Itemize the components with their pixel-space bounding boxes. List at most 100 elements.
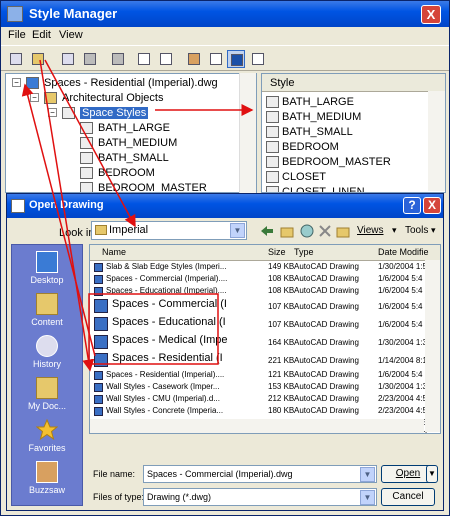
cancel-button[interactable]: Cancel	[381, 488, 435, 506]
file-size-cell: 121 KB	[268, 370, 295, 379]
style-tree[interactable]: Spaces - Residential (Imperial).dwg − Arch…	[5, 73, 257, 193]
open-options-chevron-icon[interactable]: ▼	[426, 465, 438, 483]
expand-toggle-icon[interactable]: −	[48, 108, 57, 117]
file-name-cell: Wall Styles - Casework (Imper...	[106, 382, 220, 391]
style-list-label: BATH_LARGE	[282, 96, 354, 108]
delete-button[interactable]	[317, 223, 333, 239]
back-arrow-icon	[261, 226, 273, 236]
column-date-modified[interactable]: Date Modifie	[378, 247, 429, 257]
file-row[interactable]: Spaces - Medical (Impe 164 KB AutoCAD Draw…	[90, 334, 440, 352]
file-name-cell: Spaces - Commercial (I	[112, 298, 227, 310]
file-date-cell: 1/6/2004 5:4	[378, 274, 423, 283]
dwg-file-icon	[94, 335, 108, 349]
file-date-cell: 1/6/2004 5:4	[378, 286, 423, 295]
file-row[interactable]: Wall Styles - Casework (Imper... 153 KB Au…	[90, 382, 440, 394]
new-drawing-icon	[10, 53, 22, 65]
file-row[interactable]: Spaces - Residential (I 221 KB AutoCAD Dra…	[90, 352, 440, 370]
look-in-dropdown[interactable]: Imperial ▼	[91, 221, 247, 240]
file-type-dropdown[interactable]: Drawing (*.dwg) ▼	[143, 488, 377, 506]
file-type-cell: AutoCAD Drawing	[294, 320, 359, 329]
copy-icon	[62, 53, 74, 65]
favorites-star-icon	[35, 418, 59, 441]
file-size-cell: 153 KB	[268, 382, 295, 391]
help-button[interactable]: ?	[403, 197, 421, 214]
up-one-level-button[interactable]	[279, 223, 295, 239]
column-size[interactable]: Size	[268, 247, 286, 257]
place-label: My Doc...	[27, 401, 66, 411]
toggle-view-button[interactable]	[207, 50, 225, 68]
column-type[interactable]: Type	[294, 247, 314, 257]
menu-file[interactable]: File	[8, 29, 26, 41]
place-buzzsaw[interactable]: Buzzsaw	[12, 457, 82, 505]
new-style-button[interactable]	[109, 50, 127, 68]
close-button[interactable]: X	[421, 5, 441, 24]
menu-view[interactable]: View	[59, 29, 83, 41]
place-favorites[interactable]: Favorites	[12, 415, 82, 463]
file-row[interactable]: Wall Styles - Concrete (Imperia... 180 KB…	[90, 406, 440, 418]
menu-bar: File Edit View	[1, 27, 449, 45]
expand-toggle-icon[interactable]: −	[30, 93, 39, 102]
file-size-cell: 180 KB	[268, 406, 295, 415]
purge-button[interactable]	[185, 50, 203, 68]
expand-toggle-icon[interactable]: −	[12, 78, 21, 87]
dialog-app-icon	[11, 199, 25, 213]
tree-item-label: BATH_LARGE	[98, 122, 170, 134]
dwg-file-icon	[94, 317, 108, 331]
file-type-chevron-icon[interactable]: ▼	[360, 490, 375, 505]
tree-item-label: BEDROOM_MASTER	[98, 182, 207, 193]
back-button[interactable]	[259, 223, 275, 239]
file-row[interactable]: Spaces - Residential (Imperial).... 121 K…	[90, 370, 440, 382]
style-manager-titlebar[interactable]: Style Manager X	[1, 1, 449, 27]
place-history[interactable]: History	[12, 331, 82, 379]
dialog-close-button[interactable]: X	[423, 197, 441, 214]
views-menu[interactable]: Views	[357, 225, 384, 236]
views-button[interactable]	[249, 50, 267, 68]
file-row[interactable]: Spaces - Educational (I 107 KB AutoCAD Dra…	[90, 316, 440, 334]
place-content[interactable]: Content	[12, 289, 82, 337]
file-name-field[interactable]: Spaces - Commercial (Imperial).dwg ▼	[143, 465, 377, 483]
column-name[interactable]: Name	[102, 247, 126, 257]
dwg-file-icon	[94, 383, 103, 392]
edit-style-button[interactable]	[135, 50, 153, 68]
views-icon	[252, 53, 264, 65]
filter-button[interactable]	[227, 50, 245, 68]
file-list-hscrollbar[interactable]	[90, 419, 424, 433]
style-column-header[interactable]: Style	[262, 74, 445, 92]
file-row[interactable]: Wall Styles - CMU (Imperial).d... 212 KB A…	[90, 394, 440, 406]
file-name-cell: Spaces - Medical (Impe	[112, 334, 228, 346]
file-name-chevron-icon[interactable]: ▼	[360, 467, 375, 482]
file-size-cell: 107 KB	[268, 302, 295, 311]
search-web-button[interactable]	[299, 223, 315, 239]
tree-item-label: BEDROOM	[98, 167, 155, 179]
paste-button[interactable]	[81, 50, 99, 68]
purge-icon	[188, 53, 200, 65]
set-from-button[interactable]	[157, 50, 175, 68]
file-row[interactable]: Slab & Slab Edge Styles (Imperi... 149 KB…	[90, 262, 440, 274]
file-list[interactable]: Name Size Type Date Modifie Slab & Slab …	[89, 244, 441, 434]
menu-edit[interactable]: Edit	[32, 29, 51, 41]
style-list-label: BATH_MEDIUM	[282, 111, 362, 123]
create-folder-button[interactable]	[335, 223, 351, 239]
place-my-documents[interactable]: My Doc...	[12, 373, 82, 421]
file-size-cell: 164 KB	[268, 338, 295, 347]
open-drawing-button[interactable]	[29, 50, 47, 68]
tree-scrollbar[interactable]	[239, 73, 256, 193]
file-type-cell: AutoCAD Drawing	[294, 262, 359, 271]
place-label: History	[32, 359, 61, 369]
new-folder-icon	[336, 227, 350, 238]
file-row[interactable]: Spaces - Commercial (I 107 KB AutoCAD Draw…	[90, 298, 440, 316]
style-list-scrollbar[interactable]	[428, 91, 445, 191]
file-list-vscrollbar[interactable]	[425, 260, 440, 432]
open-drawing-titlebar[interactable]: Open Drawing ? X	[7, 194, 443, 218]
file-date-cell: 1/6/2004 5:4	[378, 302, 423, 311]
place-label: Favorites	[28, 443, 66, 453]
chevron-down-icon[interactable]: ▼	[230, 223, 245, 238]
file-row[interactable]: Spaces - Educational (Imperial).... 108 K…	[90, 286, 440, 298]
space-style-icon	[80, 182, 93, 192]
copy-button[interactable]	[59, 50, 77, 68]
tools-menu[interactable]: Tools	[405, 225, 428, 236]
file-row[interactable]: Spaces - Commercial (Imperial).... 108 KB…	[90, 274, 440, 286]
new-drawing-button[interactable]	[7, 50, 25, 68]
place-desktop[interactable]: Desktop	[12, 247, 82, 295]
file-type-cell: AutoCAD Drawing	[294, 302, 359, 311]
